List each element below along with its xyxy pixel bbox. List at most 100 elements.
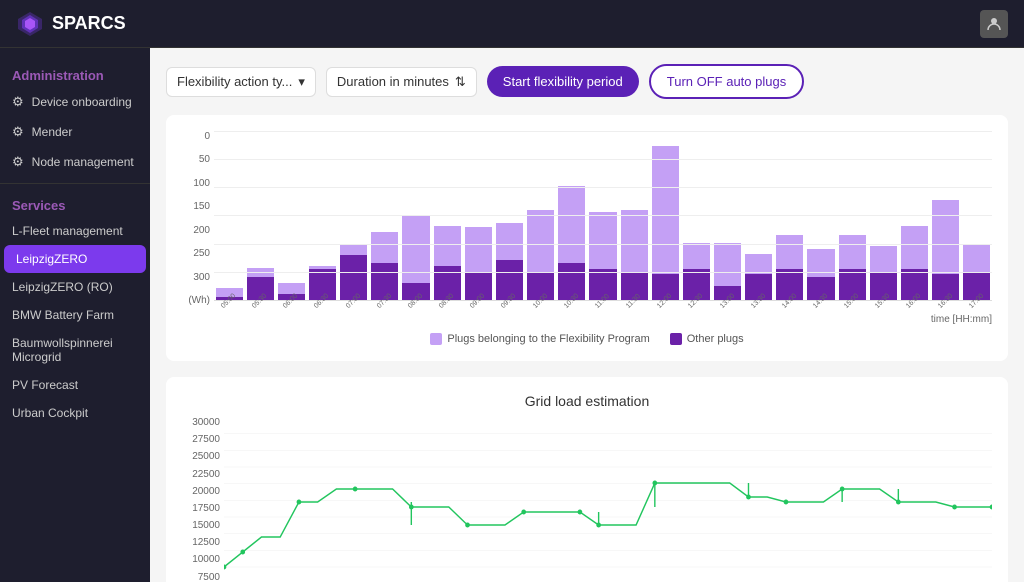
bar-group bbox=[806, 131, 836, 300]
bar-group bbox=[432, 131, 462, 300]
bar-chart-legend: Plugs belonging to the Flexibility Progr… bbox=[182, 333, 992, 345]
y-tick: 15000 bbox=[182, 520, 220, 531]
flexibility-action-dropdown[interactable]: Flexibility action ty... ▾ bbox=[166, 67, 316, 97]
bar-segment-a bbox=[371, 232, 398, 263]
bar-group bbox=[775, 131, 805, 300]
y-tick: 150 bbox=[182, 201, 210, 212]
sidebar-admin-title: Administration bbox=[0, 60, 150, 87]
bar-group bbox=[681, 131, 711, 300]
turn-off-auto-plugs-button[interactable]: Turn OFF auto plugs bbox=[649, 64, 804, 99]
bar-group bbox=[837, 131, 867, 300]
sidebar-item-label: Mender bbox=[32, 125, 73, 139]
bar-group bbox=[494, 131, 524, 300]
sidebar-item-label: Urban Cockpit bbox=[12, 406, 88, 420]
bar-group bbox=[339, 131, 369, 300]
bar-group bbox=[401, 131, 431, 300]
y-tick: 50 bbox=[182, 154, 210, 165]
sidebar-item-label: LeipzigZERO bbox=[16, 252, 87, 266]
x-labels-container: 05:0005:3006:0006:3007:0007:3008:0008:30… bbox=[214, 303, 992, 312]
sidebar-item-leipzigzero[interactable]: LeipzigZERO bbox=[4, 245, 146, 273]
y-tick: 100 bbox=[182, 178, 210, 189]
sidebar-item-device-onboarding[interactable]: ⚙ Device onboarding bbox=[0, 87, 150, 117]
y-tick: 300 bbox=[182, 272, 210, 283]
line-chart-svg-area bbox=[224, 417, 992, 582]
bar-segment-a bbox=[870, 246, 897, 272]
sidebar-item-baumwoll[interactable]: Baumwollspinnerei Microgrid bbox=[0, 329, 150, 371]
legend-item-b: Other plugs bbox=[670, 333, 744, 345]
toolbar: Flexibility action ty... ▾ Duration in m… bbox=[166, 64, 1008, 99]
bar-group bbox=[868, 131, 898, 300]
sidebar-item-node-management[interactable]: ⚙ Node management bbox=[0, 147, 150, 177]
bar-chart-yaxis: (Wh) 300 250 200 150 100 50 0 bbox=[182, 131, 214, 306]
bar-group bbox=[962, 131, 992, 300]
sidebar-item-label: Device onboarding bbox=[32, 95, 132, 109]
legend-color-b bbox=[670, 333, 682, 345]
bar-segment-a bbox=[714, 243, 741, 286]
y-tick: 200 bbox=[182, 225, 210, 236]
sidebar-item-mender[interactable]: ⚙ Mender bbox=[0, 117, 150, 147]
sidebar-item-label: PV Forecast bbox=[12, 378, 78, 392]
bar-segment-a bbox=[901, 226, 928, 269]
bar-segment-a bbox=[839, 235, 866, 269]
y-tick: 0 bbox=[182, 131, 210, 142]
dropdown-label: Flexibility action ty... bbox=[177, 74, 292, 89]
sidebar: Administration ⚙ Device onboarding ⚙ Men… bbox=[0, 48, 150, 582]
bar-group bbox=[588, 131, 618, 300]
sidebar-item-label: Baumwollspinnerei Microgrid bbox=[12, 336, 138, 364]
duration-dropdown[interactable]: Duration in minutes ⇅ bbox=[326, 67, 477, 97]
sidebar-item-label: Node management bbox=[32, 155, 134, 169]
y-tick: 10000 bbox=[182, 554, 220, 565]
gear-icon: ⚙ bbox=[12, 94, 24, 110]
bar-segment-a bbox=[558, 186, 585, 263]
topbar-right bbox=[980, 10, 1008, 38]
bar-segment-a bbox=[340, 244, 367, 255]
start-flexibility-button[interactable]: Start flexibility period bbox=[487, 66, 639, 97]
bars-container bbox=[214, 131, 992, 301]
bar-segment-a bbox=[465, 227, 492, 272]
line-chart-wrap: 2500 5000 7500 10000 12500 15000 17500 2… bbox=[182, 417, 992, 582]
bar-segment-a bbox=[527, 210, 554, 272]
y-tick: 25000 bbox=[182, 451, 220, 462]
bar-chart-container: (Wh) 300 250 200 150 100 50 0 bbox=[166, 115, 1008, 361]
y-tick: 20000 bbox=[182, 486, 220, 497]
sidebar-item-pv[interactable]: PV Forecast bbox=[0, 371, 150, 399]
sidebar-item-urban[interactable]: Urban Cockpit bbox=[0, 399, 150, 427]
sidebar-item-leipzigzero-ro[interactable]: LeipzigZERO (RO) bbox=[0, 273, 150, 301]
line-chart-yaxis: 2500 5000 7500 10000 12500 15000 17500 2… bbox=[182, 417, 224, 582]
bar-segment-a bbox=[247, 268, 274, 277]
gear-icon: ⚙ bbox=[12, 124, 24, 140]
bar-segment-a bbox=[589, 212, 616, 269]
gear-icon: ⚙ bbox=[12, 154, 24, 170]
topbar: SPARCS bbox=[0, 0, 1024, 48]
legend-item-a: Plugs belonging to the Flexibility Progr… bbox=[430, 333, 649, 345]
legend-label-b: Other plugs bbox=[687, 333, 744, 345]
bar-group bbox=[650, 131, 680, 300]
bar-segment-a bbox=[683, 243, 710, 269]
y-tick: 27500 bbox=[182, 434, 220, 445]
legend-label-a: Plugs belonging to the Flexibility Progr… bbox=[447, 333, 649, 345]
bar-group bbox=[370, 131, 400, 300]
bar-segment-a bbox=[807, 249, 834, 277]
bar-segment-a bbox=[496, 223, 523, 260]
bar-group bbox=[899, 131, 929, 300]
content-area: Flexibility action ty... ▾ Duration in m… bbox=[150, 48, 1024, 582]
user-icon[interactable] bbox=[980, 10, 1008, 38]
bar-segment-a bbox=[745, 254, 772, 274]
sidebar-item-l-fleet[interactable]: L-Fleet management bbox=[0, 217, 150, 245]
sidebar-item-bmw[interactable]: BMW Battery Farm bbox=[0, 301, 150, 329]
bar-group bbox=[214, 131, 244, 300]
bar-group bbox=[526, 131, 556, 300]
bar-segment-a bbox=[621, 210, 648, 272]
sparcs-logo-icon bbox=[16, 10, 44, 38]
bar-segment-a bbox=[402, 215, 429, 283]
bar-group bbox=[557, 131, 587, 300]
bar-chart-plot-area: 05:0005:3006:0006:3007:0007:3008:0008:30… bbox=[214, 131, 992, 325]
y-tick: 30000 bbox=[182, 417, 220, 428]
sidebar-divider bbox=[0, 183, 150, 184]
bar-segment-a bbox=[776, 235, 803, 269]
sidebar-services-title: Services bbox=[0, 190, 150, 217]
legend-color-a bbox=[430, 333, 442, 345]
bar-chart-wrap: (Wh) 300 250 200 150 100 50 0 bbox=[182, 131, 992, 345]
bar-group bbox=[744, 131, 774, 300]
logo: SPARCS bbox=[16, 10, 126, 38]
